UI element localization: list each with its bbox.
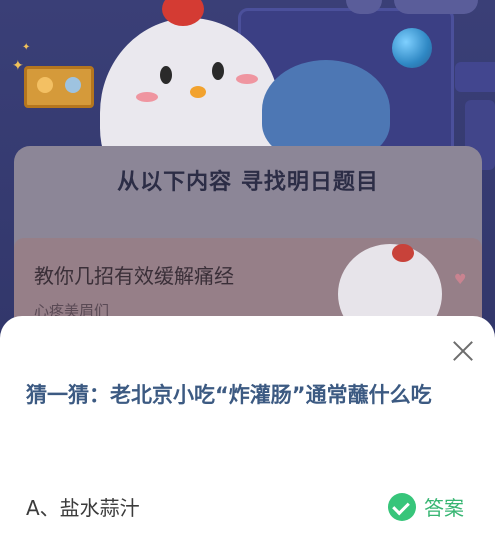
picture-frame-icon <box>24 66 94 108</box>
planet-icon <box>392 28 432 68</box>
chicken-cheek <box>136 92 158 102</box>
star-icon: ✦ <box>12 58 24 74</box>
check-icon <box>388 492 416 521</box>
chicken-eye <box>212 62 224 80</box>
star-icon: ✦ <box>22 42 31 53</box>
top-menu-button[interactable] <box>394 0 478 14</box>
chicken-cheek <box>236 74 258 84</box>
close-icon[interactable] <box>446 334 480 368</box>
card-chicken-comb <box>392 244 414 262</box>
board-heading: 从以下内容 寻找明日题目 <box>117 170 379 195</box>
quiz-question: 猜一猜：老北京小吃“炸灌肠”通常蘸什么吃 <box>26 383 432 407</box>
heart-icon: ♥ <box>454 272 467 288</box>
right-decoration <box>455 62 495 92</box>
alien-mascot <box>262 60 390 160</box>
chicken-eye <box>160 66 172 84</box>
article-title: 教你几招有效缓解痛经 <box>34 264 234 288</box>
chicken-beak <box>190 86 206 98</box>
